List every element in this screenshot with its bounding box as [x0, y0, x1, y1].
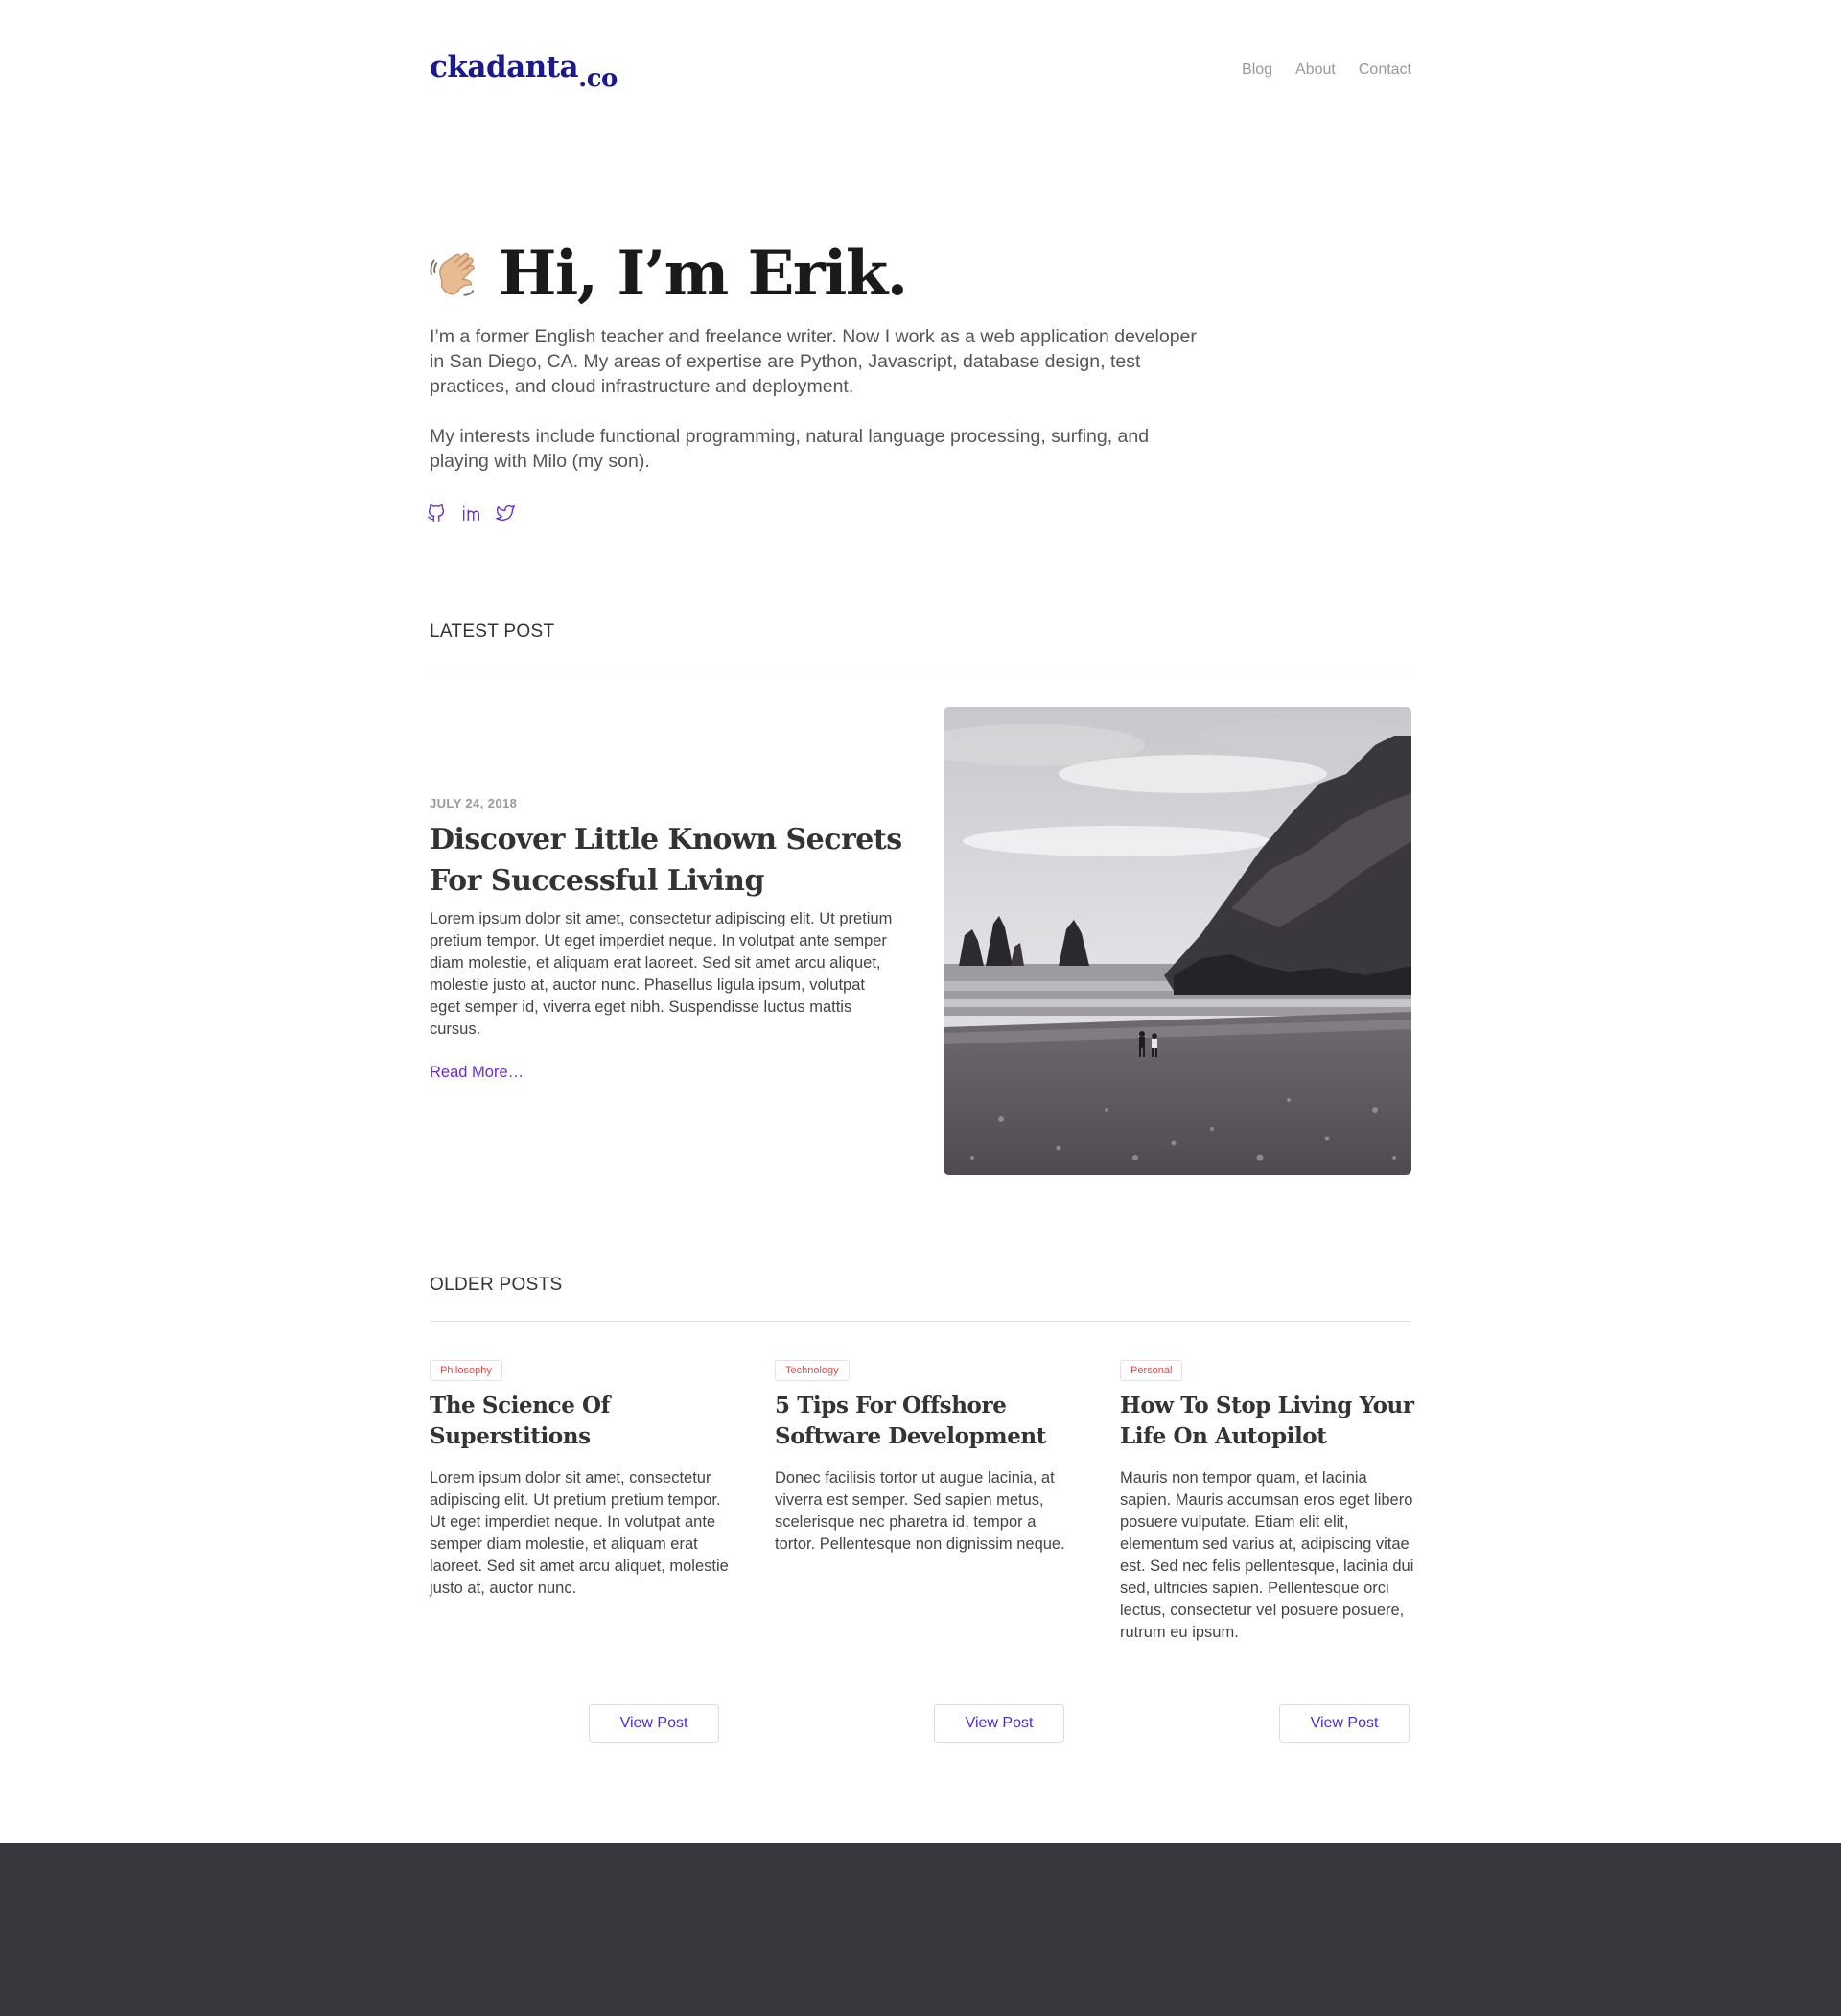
- post-title[interactable]: How To Stop Living Your Life On Autopilo…: [1120, 1391, 1419, 1452]
- hero-heading: Hi, I’m Erik.: [430, 238, 908, 310]
- view-post-button[interactable]: View Post: [589, 1704, 719, 1743]
- hero-bio-paragraph: I’m a former English teacher and freelan…: [430, 326, 1197, 397]
- hero-interests-paragraph: My interests include functional programm…: [430, 426, 1150, 472]
- github-icon[interactable]: [426, 503, 447, 524]
- post-card: Technology 5 Tips For Offshore Software …: [775, 1360, 1074, 1556]
- site-header: ckadanta.co Blog About Contact: [430, 50, 1411, 98]
- view-post-button[interactable]: View Post: [934, 1704, 1064, 1743]
- social-links: [426, 503, 516, 524]
- post-tag[interactable]: Philosophy: [430, 1360, 502, 1381]
- site-logo[interactable]: ckadanta.co: [430, 50, 618, 93]
- hero-title-text: Hi, I’m Erik.: [499, 238, 908, 310]
- latest-post-title[interactable]: Discover Little Known Secrets For Succes…: [430, 819, 909, 902]
- post-card: Philosophy The Science Of Superstitions …: [430, 1360, 729, 1600]
- site-footer: [0, 1843, 1841, 2016]
- latest-post-date: JULY 24, 2018: [430, 796, 518, 810]
- nav-about[interactable]: About: [1295, 61, 1336, 79]
- read-more-link[interactable]: Read More…: [430, 1064, 524, 1082]
- post-title[interactable]: 5 Tips For Offshore Software Development: [775, 1391, 1074, 1452]
- latest-post-excerpt: Lorem ipsum dolor sit amet, consectetur …: [430, 910, 893, 1038]
- twitter-icon[interactable]: [495, 503, 516, 524]
- linkedin-icon[interactable]: [460, 503, 481, 524]
- post-card: Personal How To Stop Living Your Life On…: [1120, 1360, 1419, 1644]
- post-excerpt: Mauris non tempor quam, et lacinia sapie…: [1120, 1469, 1414, 1641]
- post-tag[interactable]: Personal: [1120, 1360, 1183, 1381]
- older-posts-heading: OLDER POSTS: [430, 1275, 563, 1295]
- post-excerpt: Donec facilisis tortor ut augue lacinia,…: [775, 1469, 1065, 1553]
- logo-main: ckadanta: [430, 50, 579, 84]
- nav-contact[interactable]: Contact: [1359, 61, 1411, 79]
- post-tag[interactable]: Technology: [775, 1360, 850, 1381]
- view-post-button[interactable]: View Post: [1279, 1704, 1410, 1743]
- latest-post-image[interactable]: [944, 707, 1411, 1175]
- main-nav: Blog About Contact: [1242, 61, 1411, 79]
- beach-cliffs-photo: [944, 707, 1411, 1175]
- post-excerpt: Lorem ipsum dolor sit amet, consectetur …: [430, 1469, 729, 1597]
- nav-blog[interactable]: Blog: [1242, 61, 1272, 79]
- latest-post-heading: LATEST POST: [430, 621, 555, 642]
- older-divider: [430, 1321, 1411, 1322]
- logo-tld: .co: [578, 64, 618, 93]
- post-title[interactable]: The Science Of Superstitions: [430, 1391, 729, 1452]
- waving-hand-icon: [430, 252, 475, 296]
